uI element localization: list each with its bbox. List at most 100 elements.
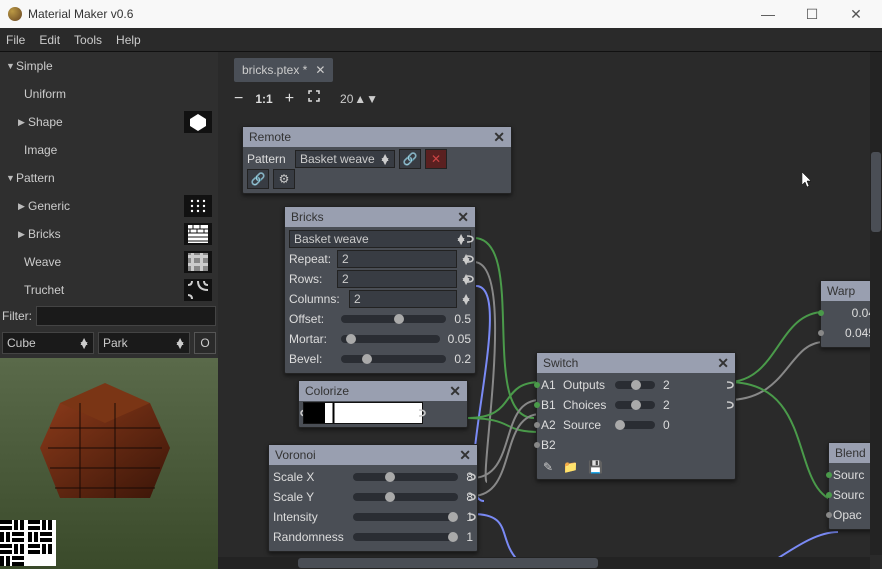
node-close-icon[interactable]: ✕ [717,355,729,372]
sidebar: ▼ Simple Uniform ▶ Shape Image ▼ Pattern… [0,52,218,569]
input-port[interactable] [815,328,831,338]
zoom-in-button[interactable]: + [285,90,294,108]
tree-item-shape[interactable]: ▶ Shape [0,108,218,136]
spinner-arrows-icon[interactable]: ▲▼ [461,295,471,303]
app-icon [8,7,22,21]
menu-tools[interactable]: Tools [74,33,102,47]
weave-thumbnail [184,251,212,273]
param-label: Scale X [273,470,345,484]
filter-input[interactable] [36,306,216,326]
horizontal-scrollbar[interactable] [218,557,870,569]
gradient-editor[interactable] [303,402,423,424]
delete-button[interactable]: ✕ [425,149,447,169]
tree-item-uniform[interactable]: Uniform [0,80,218,108]
offset-slider[interactable] [341,315,446,323]
param-label: Intensity [273,510,345,524]
vertical-scrollbar[interactable] [870,52,882,555]
link-button-2[interactable]: 🔗 [247,169,269,189]
mortar-slider[interactable] [341,335,440,343]
repeat-spinner[interactable]: 2 [337,250,457,268]
port-label: A2 [541,418,559,432]
spinner-arrows-icon: ▲▼ [79,339,89,347]
menu-bar: File Edit Tools Help [0,28,882,52]
rows-spinner[interactable]: 2 [337,270,457,288]
tree-item-image[interactable]: Image [0,136,218,164]
spinner-arrows-icon: ▲▼ [175,339,185,347]
intensity-slider[interactable] [353,513,458,521]
preview-2d-thumbnail [0,520,56,569]
outputs-slider[interactable] [615,381,655,389]
spinner-arrows-icon: ▲▼ [354,92,378,106]
tree-item-bricks[interactable]: ▶ Bricks [0,220,218,248]
zoom-value[interactable]: 20 ▲▼ [334,89,384,109]
tree-item-truchet[interactable]: Truchet [0,276,218,304]
param-label: Offset: [289,312,333,326]
param-value: 2 [663,398,670,412]
maximize-button[interactable]: ☐ [802,6,822,23]
model-dropdown[interactable]: Cube ▲▼ [2,332,94,354]
param-value: 0.5 [454,312,471,326]
graph-canvas[interactable]: bricks.ptex * ✕ − 1:1 + 20 ▲▼ Remote ✕ P… [218,52,882,569]
node-bricks[interactable]: Bricks ✕ Basket weave ▲▼ Repeat: 2 ▲▼ [284,206,476,374]
columns-spinner[interactable]: 2 [349,290,457,308]
minimize-button[interactable]: — [758,6,778,23]
close-button[interactable]: ✕ [846,6,866,23]
source-slider[interactable] [615,421,655,429]
bevel-slider[interactable] [341,355,446,363]
randomness-slider[interactable] [353,533,458,541]
node-close-icon[interactable]: ✕ [457,209,469,226]
zoom-out-button[interactable]: − [234,90,243,108]
node-close-icon[interactable]: ✕ [493,129,505,146]
output-port[interactable] [465,274,481,284]
tab-close-icon[interactable]: ✕ [315,63,325,77]
output-port[interactable] [467,512,483,522]
pattern-dropdown[interactable]: Basket weave ▲▼ [289,230,471,248]
port-label: Sourc [833,468,864,482]
pencil-icon[interactable]: ✎ [543,460,553,474]
zoom-fit-button[interactable] [306,88,322,109]
folder-icon[interactable]: 📁 [563,460,578,474]
choices-slider[interactable] [615,401,655,409]
node-colorize[interactable]: Colorize ✕ [298,380,468,428]
shape-thumbnail [184,111,212,133]
input-port[interactable] [815,308,831,318]
node-title: Blend [835,446,866,460]
output-port[interactable] [417,408,433,418]
node-switch[interactable]: Switch ✕ A1 Outputs 2 B1 Choices 2 [536,352,736,480]
tree-item-simple[interactable]: ▼ Simple [0,52,218,80]
environment-dropdown[interactable]: Park ▲▼ [98,332,190,354]
save-icon[interactable]: 💾 [588,460,603,474]
output-port[interactable] [465,254,481,264]
link-icon: 🔗 [403,152,418,166]
settings-button[interactable]: ⚙ [273,169,295,189]
output-port[interactable] [725,400,741,410]
menu-edit[interactable]: Edit [39,33,60,47]
node-close-icon[interactable]: ✕ [459,447,471,464]
link-button[interactable]: 🔗 [399,149,421,169]
tree-item-weave[interactable]: Weave [0,248,218,276]
tree-item-pattern[interactable]: ▼ Pattern [0,164,218,192]
scaley-slider[interactable] [353,493,458,501]
output-port[interactable] [467,492,483,502]
node-voronoi[interactable]: Voronoi ✕ Scale X 8 Scale Y 8 Intensity [268,444,478,552]
pattern-dropdown[interactable]: Basket weave ▲▼ [295,150,395,168]
output-port[interactable] [467,472,483,482]
zoom-reset-button[interactable]: 1:1 [255,92,272,106]
tab-label: bricks.ptex * [242,63,307,77]
tree-item-generic[interactable]: ▶ Generic [0,192,218,220]
menu-file[interactable]: File [6,33,25,47]
truchet-thumbnail [184,279,212,301]
output-port[interactable] [725,380,741,390]
node-remote[interactable]: Remote ✕ Pattern Basket weave ▲▼ 🔗 ✕ 🔗 ⚙ [242,126,512,194]
link-icon: 🔗 [251,172,266,186]
scrollbar-thumb[interactable] [871,152,881,232]
scrollbar-thumb[interactable] [298,558,598,568]
scalex-slider[interactable] [353,473,458,481]
param-label: Scale Y [273,490,345,504]
output-button[interactable]: O [194,332,216,354]
preview-3d[interactable] [0,358,218,569]
menu-help[interactable]: Help [116,33,141,47]
node-close-icon[interactable]: ✕ [449,383,461,400]
tab-file[interactable]: bricks.ptex * ✕ [234,58,333,82]
output-port[interactable] [465,234,481,244]
